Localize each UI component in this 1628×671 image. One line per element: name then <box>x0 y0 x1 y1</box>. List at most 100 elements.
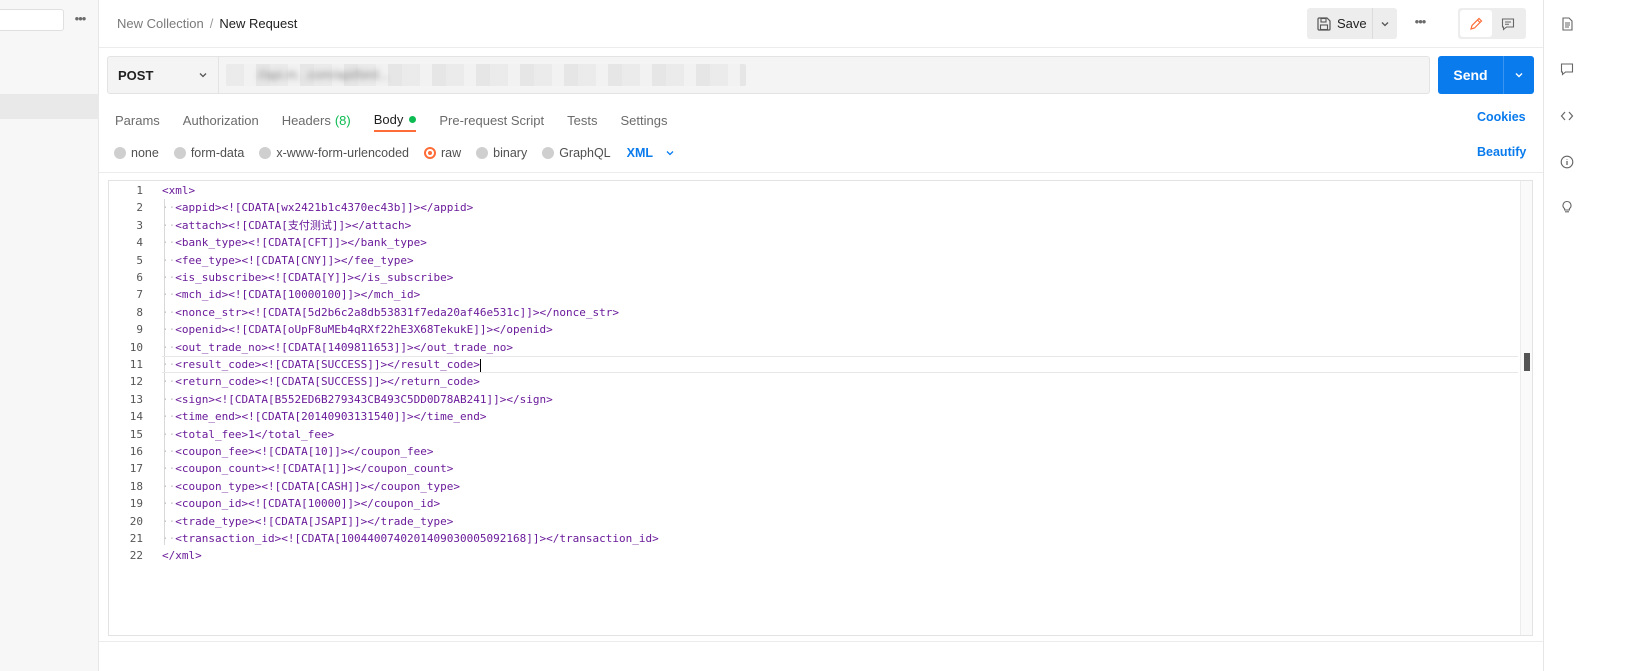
radio-label: binary <box>493 146 528 160</box>
url-bar: POST //api.m. .com/api/bird... <box>107 56 1430 94</box>
code-text: <coupon_fee><![CDATA[10]]></coupon_fee> <box>175 445 434 458</box>
indent-whitespace: ·· <box>162 236 176 250</box>
more-options-button[interactable]: ••• <box>1409 14 1431 34</box>
tab-settings[interactable]: Settings <box>620 108 667 132</box>
body-indicator-dot <box>409 115 417 123</box>
tab-pre-request-script[interactable]: Pre-request Script <box>439 108 544 132</box>
line-number: 17 <box>129 462 143 476</box>
chevron-down-icon <box>199 73 207 78</box>
radio-binary[interactable]: binary <box>476 146 527 160</box>
radio-label: x-www-form-urlencoded <box>276 146 409 160</box>
language-select[interactable]: XML <box>627 146 675 160</box>
breadcrumb: New Collection / New Request <box>117 16 297 31</box>
radio-none[interactable]: none <box>114 146 159 160</box>
radio-raw[interactable]: raw <box>424 146 461 160</box>
code-text: <coupon_count><![CDATA[1]]></coupon_coun… <box>175 462 454 476</box>
radio-circle <box>114 147 126 159</box>
tab-authorization[interactable]: Authorization <box>183 108 259 132</box>
code-line[interactable]: ··<coupon_fee><![CDATA[10]]></coupon_fee… <box>162 443 1518 460</box>
lightbulb-icon[interactable] <box>1560 200 1574 214</box>
radio-form-data[interactable]: form-data <box>173 146 244 160</box>
url-input[interactable]: //api.m. .com/api/bird... <box>258 67 390 82</box>
comment-icon[interactable] <box>1560 62 1574 76</box>
code-line[interactable]: ··<coupon_type><![CDATA[CASH]]></coupon_… <box>162 478 1518 495</box>
radio-label: raw <box>441 146 462 160</box>
line-number: 14 <box>129 410 143 424</box>
sidebar-selected-item[interactable] <box>0 94 99 119</box>
code-text: <trade_type><![CDATA[JSAPI]]></trade_typ… <box>175 514 454 528</box>
beautify-button[interactable]: Beautify <box>1477 145 1526 159</box>
send-button[interactable]: Send <box>1438 56 1504 94</box>
code-line[interactable]: ··<bank_type><![CDATA[CFT]]></bank_type> <box>162 234 1518 251</box>
save-button-group: Save <box>1307 8 1397 39</box>
line-number: 1 <box>136 184 143 197</box>
line-number: 22 <box>129 549 143 563</box>
code-line[interactable]: ··<time_end><![CDATA[20140903131540]]></… <box>162 408 1518 425</box>
breadcrumb-request-name[interactable]: New Request <box>219 16 297 31</box>
code-line[interactable]: ··<trade_type><![CDATA[JSAPI]]></trade_t… <box>162 513 1518 530</box>
code-line[interactable]: ··<is_subscribe><![CDATA[Y]]></is_subscr… <box>162 269 1518 286</box>
radio-circle <box>542 147 555 159</box>
line-number: 21 <box>129 532 143 545</box>
chevron-down-icon <box>1515 73 1523 78</box>
code-line[interactable]: ··<fee_type><![CDATA[CNY]]></fee_type> <box>162 252 1518 269</box>
code-line[interactable]: ··<transaction_id><![CDATA[1004400740201… <box>162 530 1518 547</box>
scrollbar-cursor-marker <box>1524 353 1530 371</box>
code-line[interactable]: ··<total_fee>1</total_fee> <box>162 426 1518 443</box>
tab-label: Authorization <box>182 112 259 128</box>
radio-circle <box>259 147 272 159</box>
code-text: <coupon_type><![CDATA[CASH]]></coupon_ty… <box>175 479 461 493</box>
code-line[interactable]: ··<return_code><![CDATA[SUCCESS]]></retu… <box>162 373 1518 390</box>
indent-whitespace: ·· <box>162 340 176 354</box>
code-text: <xml> <box>162 184 196 197</box>
code-line[interactable]: ··<coupon_id><![CDATA[10000]]></coupon_i… <box>162 495 1518 512</box>
editor-scrollbar[interactable] <box>1520 181 1532 635</box>
tab-tests[interactable]: Tests <box>567 108 597 132</box>
tab-headers[interactable]: Headers (8) <box>282 108 351 132</box>
sidebar-more-button[interactable]: ••• <box>70 10 90 30</box>
code-text: <coupon_id><![CDATA[10000]]></coupon_id> <box>175 497 441 511</box>
send-options-button[interactable] <box>1504 56 1534 94</box>
line-number: 13 <box>129 392 143 406</box>
code-line[interactable]: <xml> <box>162 182 1518 199</box>
tab-label: Settings <box>620 112 668 128</box>
sidebar-search-input[interactable] <box>0 9 64 31</box>
indent-whitespace: ·· <box>162 427 176 441</box>
tab-body[interactable]: Body <box>373 108 417 132</box>
edit-mode-button[interactable] <box>1460 10 1492 37</box>
radio-x-www-form-urlencoded[interactable]: x-www-form-urlencoded <box>259 146 409 160</box>
chevron-down-icon <box>666 151 674 156</box>
breadcrumb-separator: / <box>209 16 214 31</box>
line-number: 10 <box>129 340 143 354</box>
save-options-button[interactable] <box>1373 8 1397 39</box>
tab-label: Headers <box>281 112 331 128</box>
indent-whitespace: ·· <box>162 532 176 545</box>
code-line[interactable]: ··<coupon_count><![CDATA[1]]></coupon_co… <box>162 460 1518 477</box>
code-line[interactable]: ··<nonce_str><![CDATA[5d2b6c2a8db53831f7… <box>162 304 1518 321</box>
tab-params[interactable]: Params <box>115 108 160 132</box>
method-select[interactable]: POST <box>108 57 219 93</box>
body-code-editor[interactable]: 1 2 3 4 5 6 7 8 9 10 11 12 13 14 15 16 17 18 19 20 21 22 <xml… <box>108 180 1533 636</box>
code-line[interactable]: ··<appid><![CDATA[wx2421b1c4370ec43b]]><… <box>162 199 1518 216</box>
code-line[interactable]: ··<mch_id><![CDATA[10000100]]></mch_id> <box>162 286 1518 303</box>
comments-mode-button[interactable] <box>1492 10 1524 37</box>
text-cursor <box>479 358 481 372</box>
breadcrumb-collection[interactable]: New Collection <box>117 16 204 31</box>
line-number-gutter: 1 2 3 4 5 6 7 8 9 10 11 12 13 14 15 16 17 18 19 20 21 22 <box>109 181 151 635</box>
documentation-icon[interactable] <box>1560 17 1574 31</box>
code-line[interactable]: </xml> <box>162 547 1518 564</box>
code-icon[interactable] <box>1560 109 1574 123</box>
code-text: <is_subscribe><![CDATA[Y]]></is_subscrib… <box>175 271 454 284</box>
code-line[interactable]: ··<out_trade_no><![CDATA[1409811653]]></… <box>162 339 1518 356</box>
indent-whitespace: ·· <box>162 479 176 493</box>
code-line[interactable]: ··<result_code><![CDATA[SUCCESS]]></resu… <box>162 356 1518 374</box>
code-line[interactable]: ··<sign><![CDATA[B552ED6B279343CB493C5DD… <box>162 391 1518 408</box>
line-number: 7 <box>136 288 143 302</box>
radio-graphql[interactable]: GraphQL <box>542 146 611 160</box>
save-button[interactable]: Save <box>1307 8 1373 39</box>
info-icon[interactable] <box>1560 155 1574 169</box>
code-line[interactable]: ··<attach><![CDATA[支付测试]]></attach> <box>162 217 1518 234</box>
line-number: 4 <box>136 236 143 250</box>
cookies-link[interactable]: Cookies <box>1477 110 1526 124</box>
code-line[interactable]: ··<openid><![CDATA[oUpF8uMEb4qRXf22hE3X6… <box>162 321 1518 338</box>
